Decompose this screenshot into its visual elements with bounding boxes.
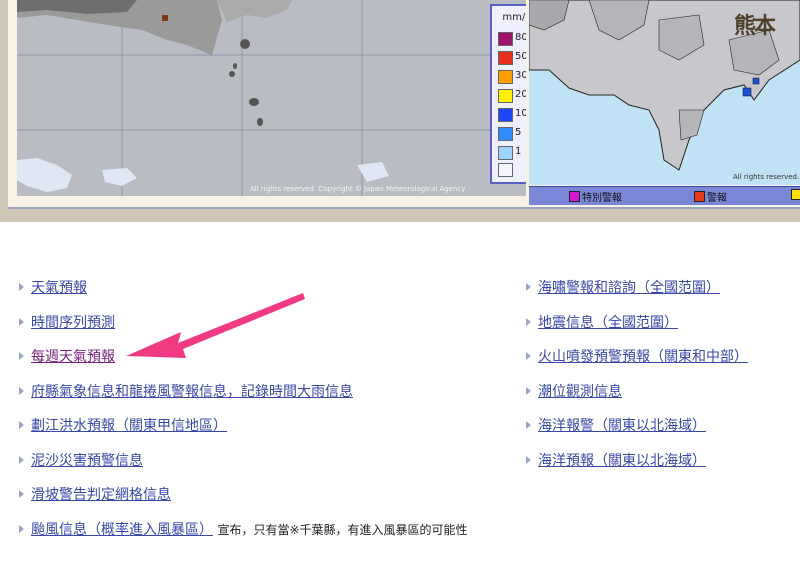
left-link-item: 颱風信息（概率進入風暴區） 宣布，只有當※千葉縣，有進入風暴區的可能性 — [19, 521, 468, 539]
legend-label: 50 — [515, 51, 526, 62]
right-link-item: 潮位觀測信息 — [526, 383, 622, 401]
legend-swatch — [498, 163, 513, 177]
left-link-item: 府縣氣象信息和龍捲風警報信息，記錄時間大雨信息 — [19, 383, 353, 401]
radar-copyright: All rights reserved. Copyright © Japan M… — [250, 185, 466, 193]
link-river-flood[interactable]: 劃江洪水預報（關東甲信地區） — [31, 418, 227, 434]
link-marine-warning[interactable]: 海洋報警（關東以北海域） — [538, 418, 706, 434]
legend-swatch — [498, 127, 513, 141]
link-sediment-disaster[interactable]: 泥沙災害預警信息 — [31, 453, 143, 469]
link-weekly-forecast[interactable]: 每週天氣預報 — [31, 349, 115, 365]
warning-legend-swatch — [569, 191, 580, 202]
legend-swatch — [498, 89, 513, 103]
left-link-item: 時間序列預測 — [19, 314, 115, 332]
link-section: 天氣預報 時間序列預測 每週天氣預報 府縣氣象信息和龍捲風警報信息，記錄時間大雨… — [0, 222, 800, 565]
legend-row: 80 — [498, 32, 526, 46]
legend-row: 10 — [498, 108, 526, 122]
right-link-item: 地震信息（全國范圍） — [526, 314, 678, 332]
bullet-icon — [526, 421, 531, 429]
legend-label: 80 — [515, 32, 526, 43]
radar-legend: mm/h 80 50 30 20 10 5 — [490, 4, 526, 184]
warning-legend-swatch — [694, 191, 705, 202]
left-link-item: 天氣預報 — [19, 279, 87, 297]
legend-unit: mm/h — [502, 12, 526, 23]
warning-legend: 特別警報 警報 — [529, 186, 800, 205]
legend-swatch — [498, 108, 513, 122]
legend-label: 1 — [515, 146, 522, 157]
warning-copyright: All rights reserved. — [733, 173, 800, 181]
warning-legend-item — [791, 189, 800, 202]
bullet-icon — [19, 525, 24, 533]
legend-row — [498, 163, 526, 177]
left-link-item: 泥沙災害預警信息 — [19, 452, 143, 470]
legend-row: 5 — [498, 127, 526, 141]
radar-map-graphic — [17, 0, 526, 196]
right-link-item: 火山噴發預警預報（關東和中部） — [526, 348, 748, 366]
link-typhoon-info[interactable]: 颱風信息（概率進入風暴區） — [31, 522, 213, 538]
bullet-icon — [19, 421, 24, 429]
legend-row: 1 — [498, 146, 526, 160]
right-link-item: 海洋預報（關東以北海域） — [526, 452, 706, 470]
left-link-item: 滑坡警告判定網格信息 — [19, 486, 171, 504]
legend-swatch — [498, 70, 513, 84]
warning-legend-item: 警報 — [694, 189, 727, 204]
legend-swatch — [498, 32, 513, 46]
bullet-icon — [526, 456, 531, 464]
link-tide-level[interactable]: 潮位觀測信息 — [538, 384, 622, 400]
warning-legend-item: 特別警報 — [569, 189, 622, 204]
link-tsunami[interactable]: 海嘯警報和諮詢（全國范圍） — [538, 280, 720, 296]
warning-legend-label: 警報 — [707, 193, 727, 204]
left-link-item: 劃江洪水預報（關東甲信地區） — [19, 417, 227, 435]
legend-swatch — [498, 146, 513, 160]
bullet-icon — [19, 352, 24, 360]
bullet-icon — [19, 387, 24, 395]
bullet-icon — [526, 283, 531, 291]
right-link-item: 海嘯警報和諮詢（全國范圍） — [526, 279, 720, 297]
watermark-stamp: 熊本 — [734, 13, 776, 39]
link-weather-forecast[interactable]: 天氣預報 — [31, 280, 87, 296]
legend-row: 50 — [498, 51, 526, 65]
link-volcano[interactable]: 火山噴發預警預報（關東和中部） — [538, 349, 748, 365]
legend-row: 30 — [498, 70, 526, 84]
map-panel: mm/h 80 50 30 20 10 5 — [0, 0, 800, 222]
typhoon-note: 宣布，只有當※千葉縣，有進入風暴區的可能性 — [217, 523, 468, 537]
radar-map[interactable]: mm/h 80 50 30 20 10 5 — [17, 0, 526, 196]
bullet-icon — [19, 283, 24, 291]
link-time-series-forecast[interactable]: 時間序列預測 — [31, 315, 115, 331]
bullet-icon — [19, 456, 24, 464]
bullet-icon — [526, 352, 531, 360]
right-link-item: 海洋報警（關東以北海域） — [526, 417, 706, 435]
bullet-icon — [526, 387, 531, 395]
bullet-icon — [526, 318, 531, 326]
legend-swatch — [498, 51, 513, 65]
bullet-icon — [19, 490, 24, 498]
legend-label: 30 — [515, 70, 526, 81]
legend-label: 5 — [515, 127, 522, 138]
left-link-item: 每週天氣預報 — [19, 348, 115, 366]
link-earthquake[interactable]: 地震信息（全國范圍） — [538, 315, 678, 331]
link-landslide-grid[interactable]: 滑坡警告判定網格信息 — [31, 487, 171, 503]
link-prefecture-info[interactable]: 府縣氣象信息和龍捲風警報信息，記錄時間大雨信息 — [31, 384, 353, 400]
legend-label: 10 — [515, 108, 526, 119]
bullet-icon — [19, 318, 24, 326]
link-marine-forecast[interactable]: 海洋預報（關東以北海域） — [538, 453, 706, 469]
legend-label: 20 — [515, 89, 526, 100]
warning-map[interactable]: 熊本 — [529, 0, 800, 185]
warning-legend-label: 特別警報 — [582, 193, 622, 204]
legend-row: 20 — [498, 89, 526, 103]
warning-legend-swatch — [791, 189, 800, 200]
